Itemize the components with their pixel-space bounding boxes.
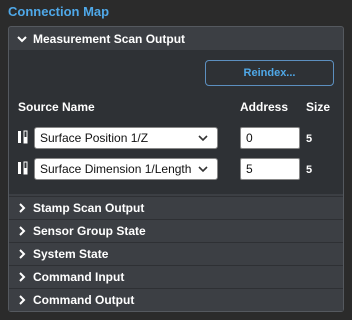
section-label: Command Output <box>33 293 135 307</box>
reindex-button[interactable]: Reindex... <box>205 60 334 86</box>
section-label: Stamp Scan Output <box>33 201 145 215</box>
section-label: Command Input <box>33 270 125 284</box>
chevron-down-icon <box>198 135 208 142</box>
address-input[interactable] <box>240 127 300 149</box>
section-header-measurement-scan-output[interactable]: Measurement Scan Output <box>9 28 343 50</box>
column-header-source-name: Source Name <box>18 100 95 114</box>
drag-handle-icon[interactable] <box>16 160 30 176</box>
panel-title: Connection Map <box>8 4 110 19</box>
chevron-right-icon <box>15 224 29 238</box>
section-label: System State <box>33 247 109 261</box>
section-header-system-state[interactable]: System State <box>9 243 343 265</box>
chevron-right-icon <box>15 247 29 261</box>
connection-map-panel: Connection Map Measurement Scan Output R… <box>0 0 352 320</box>
size-value: 5 <box>306 164 313 176</box>
column-header-address: Address <box>240 100 289 114</box>
chevron-right-icon <box>15 201 29 215</box>
address-input[interactable] <box>240 158 300 180</box>
source-select[interactable]: Surface Position 1/Z <box>34 127 218 149</box>
column-header-size: Size <box>306 100 331 114</box>
source-select[interactable]: Surface Dimension 1/Length <box>34 158 218 180</box>
chevron-right-icon <box>15 270 29 284</box>
chevron-right-icon <box>15 293 29 307</box>
drag-handle-icon[interactable] <box>16 129 30 145</box>
section-label: Sensor Group State <box>33 224 146 238</box>
section-header-command-input[interactable]: Command Input <box>9 266 343 288</box>
chevron-down-icon <box>198 166 208 173</box>
source-select-value: Surface Dimension 1/Length <box>40 162 192 176</box>
section-header-command-output[interactable]: Command Output <box>9 289 343 311</box>
section-header-stamp-scan-output[interactable]: Stamp Scan Output <box>9 197 343 219</box>
size-value: 5 <box>306 133 313 145</box>
source-select-value: Surface Position 1/Z <box>40 131 149 145</box>
chevron-down-icon <box>15 32 29 46</box>
section-header-sensor-group-state[interactable]: Sensor Group State <box>9 220 343 242</box>
section-label: Measurement Scan Output <box>33 32 186 46</box>
